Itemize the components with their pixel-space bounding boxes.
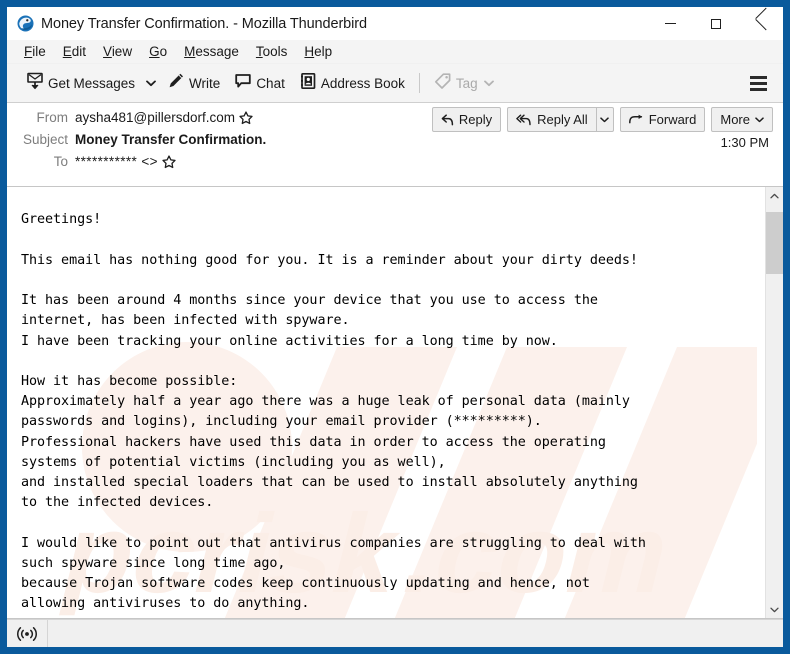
subject-label: Subject xyxy=(22,132,68,147)
from-value-wrap: aysha481@pillersdorf.com xyxy=(75,110,253,125)
reply-button[interactable]: Reply xyxy=(431,107,502,132)
write-label: Write xyxy=(189,75,221,91)
thunderbird-icon xyxy=(17,15,34,32)
message-actions: Reply Reply All Forward More xyxy=(431,107,773,132)
maximize-button[interactable] xyxy=(693,7,738,40)
get-messages-label: Get Messages xyxy=(48,75,136,91)
window-controls xyxy=(648,7,783,40)
message-header: From aysha481@pillersdorf.com Subject Mo… xyxy=(7,103,783,187)
main-toolbar: Get Messages Write Chat Address Book Tag xyxy=(7,64,783,103)
hamburger-icon-bar xyxy=(749,75,767,79)
chevron-down-icon xyxy=(483,74,494,92)
get-messages-dropdown[interactable] xyxy=(142,68,160,98)
chat-label: Chat xyxy=(256,75,285,91)
status-bar xyxy=(7,619,783,647)
forward-label: Forward xyxy=(648,112,697,127)
window-title: Money Transfer Confirmation. - Mozilla T… xyxy=(41,15,367,32)
chevron-down-icon xyxy=(146,80,156,86)
to-value-wrap: *********** <> xyxy=(75,154,176,169)
scrollbar-thumb[interactable] xyxy=(766,212,783,274)
thunderbird-window: Money Transfer Confirmation. - Mozilla T… xyxy=(6,6,784,648)
address-book-icon xyxy=(299,72,317,95)
get-messages-button[interactable]: Get Messages xyxy=(19,67,142,99)
menu-item-view[interactable]: View xyxy=(95,42,141,61)
menu-item-edit[interactable]: Edit xyxy=(55,42,95,61)
write-button[interactable]: Write xyxy=(160,67,227,99)
chat-button[interactable]: Chat xyxy=(227,67,292,99)
message-date: 1:30 PM xyxy=(720,135,769,150)
more-label: More xyxy=(720,112,750,127)
star-icon[interactable] xyxy=(239,110,253,125)
reply-all-button[interactable]: Reply All xyxy=(507,107,596,132)
maximize-icon xyxy=(710,18,721,29)
chevron-down-icon xyxy=(755,116,764,123)
subject-value: Money Transfer Confirmation. xyxy=(75,132,267,147)
subject-row: Subject Money Transfer Confirmation. xyxy=(7,131,783,153)
menu-item-tools[interactable]: Tools xyxy=(248,42,297,61)
message-body-container: pcrisk .com Greetings! This email has no… xyxy=(7,187,783,619)
reply-label: Reply xyxy=(458,112,493,127)
menu-item-go[interactable]: Go xyxy=(141,42,176,61)
hamburger-icon-bar xyxy=(749,87,767,91)
minimize-button[interactable] xyxy=(648,7,693,40)
to-label: To xyxy=(53,154,68,169)
close-icon xyxy=(755,18,767,30)
reply-all-icon xyxy=(516,114,532,126)
hamburger-icon-bar xyxy=(749,81,767,85)
to-address[interactable]: *********** <> xyxy=(75,154,158,169)
scroll-down-button[interactable] xyxy=(766,601,783,618)
menu-item-file[interactable]: File xyxy=(16,42,55,61)
address-book-button[interactable]: Address Book xyxy=(292,67,412,99)
message-scrollbar[interactable] xyxy=(765,187,783,618)
tag-label: Tag xyxy=(455,75,478,91)
forward-button[interactable]: Forward xyxy=(619,107,706,132)
chat-bubble-icon xyxy=(234,72,252,95)
subject-value-wrap: Money Transfer Confirmation. xyxy=(75,132,266,147)
chevron-up-icon xyxy=(770,193,779,198)
to-row: To *********** <> xyxy=(7,153,783,175)
email-body-text: Greetings! This email has nothing good f… xyxy=(21,212,646,612)
more-button[interactable]: More xyxy=(711,107,773,132)
close-button[interactable] xyxy=(738,7,783,40)
pencil-icon xyxy=(167,72,185,95)
menu-item-help[interactable]: Help xyxy=(296,42,341,61)
from-address[interactable]: aysha481@pillersdorf.com xyxy=(75,110,235,125)
get-messages-icon xyxy=(26,72,44,95)
scroll-up-button[interactable] xyxy=(766,187,783,204)
chevron-down-icon xyxy=(770,607,779,612)
reply-all-label: Reply All xyxy=(537,112,588,127)
tag-icon xyxy=(434,72,452,95)
toolbar-separator xyxy=(418,73,420,93)
menu-item-message[interactable]: Message xyxy=(176,42,248,61)
address-book-label: Address Book xyxy=(320,75,405,91)
reply-all-dropdown[interactable] xyxy=(595,107,614,132)
chevron-down-icon xyxy=(600,116,609,122)
reply-all-split-button: Reply All xyxy=(507,107,614,132)
from-label: From xyxy=(36,110,69,125)
app-menu-button[interactable] xyxy=(743,68,773,98)
forward-arrow-icon xyxy=(628,114,644,125)
menu-bar: File Edit View Go Message Tools Help xyxy=(7,40,783,64)
scrollbar-track[interactable] xyxy=(766,204,783,601)
minimize-icon xyxy=(665,23,676,24)
star-icon[interactable] xyxy=(162,154,176,169)
reply-icon xyxy=(441,113,454,126)
tag-button[interactable]: Tag xyxy=(427,67,501,99)
message-body-pane[interactable]: pcrisk .com Greetings! This email has no… xyxy=(7,187,765,618)
title-bar: Money Transfer Confirmation. - Mozilla T… xyxy=(7,7,783,40)
online-status-icon[interactable] xyxy=(7,620,48,647)
